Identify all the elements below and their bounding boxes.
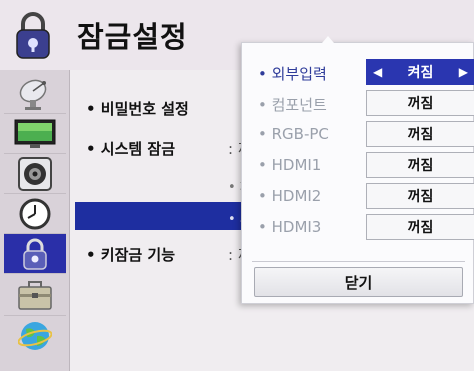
toolbox-icon xyxy=(18,280,52,310)
popup-row-rgb-pc[interactable]: • RGB-PC 꺼짐 xyxy=(242,121,474,147)
popup-row-component[interactable]: • 컴포넌트 꺼짐 xyxy=(242,90,474,116)
menu-item-system-lock[interactable]: • 시스템 잠금 xyxy=(86,138,175,159)
menu-item-key-lock[interactable]: • 키잠금 기능 xyxy=(86,244,175,265)
popup-row-hdmi3[interactable]: • HDMI3 꺼짐 xyxy=(242,214,474,240)
toggle-button[interactable]: 꺼짐 xyxy=(366,152,474,178)
page-title: 잠금설정 xyxy=(77,20,188,54)
divider xyxy=(252,261,465,262)
menu-item-password[interactable]: • 비밀번호 설정 xyxy=(86,98,189,119)
toggle-selector[interactable]: ◀ 켜짐 ▶ xyxy=(366,59,474,85)
tv-screen-icon xyxy=(14,119,56,148)
popup-pointer xyxy=(322,36,334,43)
popup-label: • HDMI2 xyxy=(258,187,322,205)
toggle-button[interactable]: 꺼짐 xyxy=(366,121,474,147)
popup-label: • 외부입력 xyxy=(258,65,327,83)
satellite-dish-icon xyxy=(19,79,47,110)
sidebar-item-network[interactable] xyxy=(4,316,66,356)
popup-row-hdmi2[interactable]: • HDMI2 꺼짐 xyxy=(242,183,474,209)
lock-icon xyxy=(23,238,47,270)
input-lock-popup: • 외부입력 ◀ 켜짐 ▶ • 컴포넌트 꺼짐 • RGB-PC 꺼짐 • HD… xyxy=(241,36,474,304)
lock-icon xyxy=(16,12,50,59)
popup-label: • RGB-PC xyxy=(258,125,329,143)
sidebar xyxy=(0,70,70,371)
globe-icon xyxy=(18,322,52,350)
popup-row-hdmi1[interactable]: • HDMI1 꺼짐 xyxy=(242,152,474,178)
sidebar-item-audio[interactable] xyxy=(4,154,66,194)
sidebar-item-lock[interactable] xyxy=(4,234,66,274)
popup-row-external-input[interactable]: • 외부입력 ◀ 켜짐 ▶ xyxy=(242,59,474,85)
sidebar-item-channel[interactable] xyxy=(4,74,66,114)
speaker-icon xyxy=(18,156,52,191)
popup-label: • 컴포넌트 xyxy=(258,96,327,114)
toggle-value: 켜짐 xyxy=(407,65,434,81)
clock-icon xyxy=(19,198,51,229)
toggle-button[interactable]: 꺼짐 xyxy=(366,183,474,209)
toggle-button[interactable]: 꺼짐 xyxy=(366,90,474,116)
sidebar-item-time[interactable] xyxy=(4,194,66,234)
toggle-button[interactable]: 꺼짐 xyxy=(366,214,474,240)
sidebar-item-picture[interactable] xyxy=(4,114,66,154)
popup-label: • HDMI1 xyxy=(258,156,322,174)
close-button[interactable]: 닫기 xyxy=(254,267,463,297)
sidebar-item-option[interactable] xyxy=(4,276,66,316)
right-arrow-icon[interactable]: ▶ xyxy=(459,65,468,79)
popup-label: • HDMI3 xyxy=(258,218,322,236)
left-arrow-icon[interactable]: ◀ xyxy=(373,65,382,79)
